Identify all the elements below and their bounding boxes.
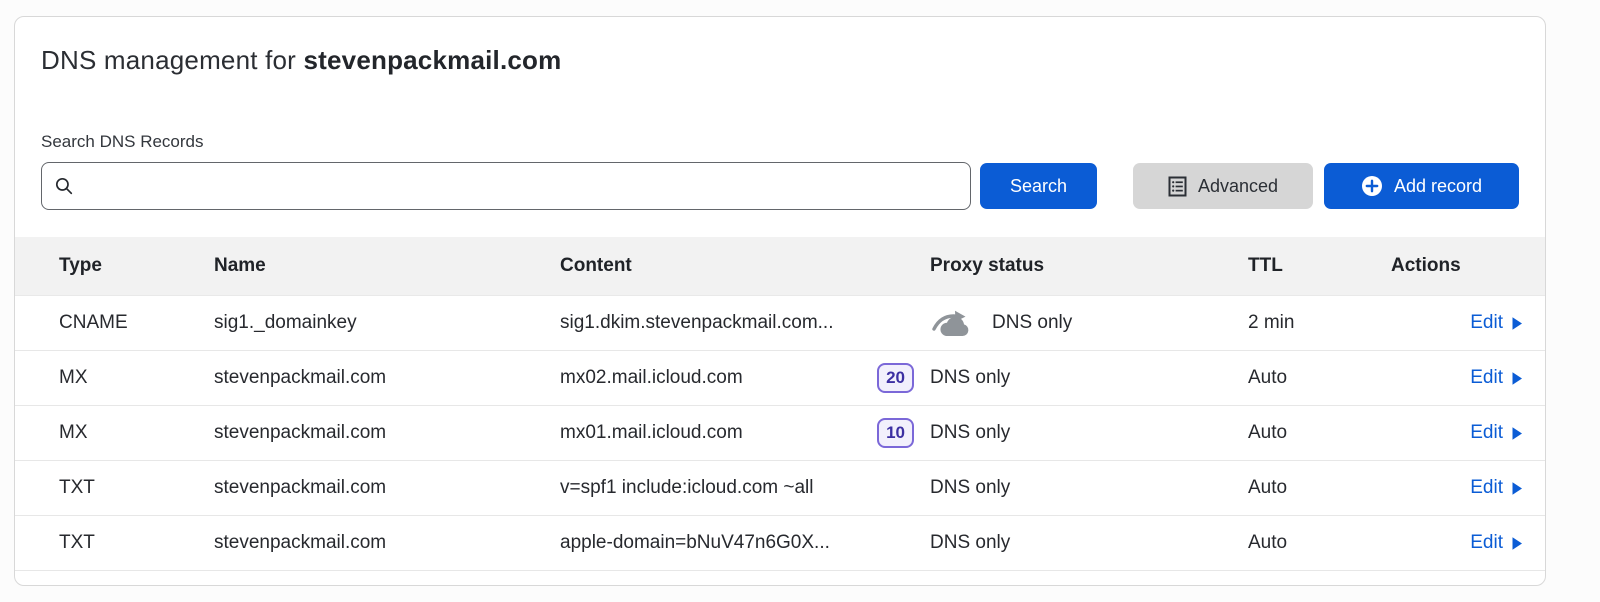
page-title-domain: stevenpackmail.com (303, 45, 561, 75)
record-content-cell: mx01.mail.icloud.com 10 (560, 418, 930, 448)
edit-link-label: Edit (1470, 532, 1503, 554)
actions-cell: Edit (1391, 422, 1523, 444)
ttl-cell: Auto (1248, 422, 1391, 444)
proxy-status-label: DNS only (930, 477, 1010, 499)
actions-cell: Edit (1391, 367, 1523, 389)
actions-cell: Edit (1391, 477, 1523, 499)
right-triangle-icon (1511, 371, 1523, 386)
right-triangle-icon (1511, 536, 1523, 551)
column-header-ttl: TTL (1248, 255, 1391, 277)
actions-cell: Edit (1391, 312, 1523, 334)
gray-cloud-arrow-icon (930, 308, 974, 338)
edit-link[interactable]: Edit (1470, 477, 1523, 499)
priority-badge: 20 (877, 363, 914, 393)
edit-link-label: Edit (1470, 312, 1503, 334)
record-content-value: v=spf1 include:icloud.com ~all (560, 477, 813, 499)
record-type-cell: MX (59, 422, 214, 444)
edit-link-label: Edit (1470, 367, 1503, 389)
table-row: TXT stevenpackmail.com apple-domain=bNuV… (15, 516, 1545, 571)
dns-management-card: DNS management for stevenpackmail.com Se… (14, 16, 1546, 586)
proxy-status-cell: DNS only (930, 308, 1248, 338)
record-name-cell: sig1._domainkey (214, 312, 560, 334)
record-content-value: mx01.mail.icloud.com (560, 422, 743, 444)
column-header-actions: Actions (1391, 255, 1523, 277)
proxy-status-label: DNS only (992, 312, 1072, 334)
column-header-content: Content (560, 255, 930, 277)
record-type-cell: MX (59, 367, 214, 389)
search-box[interactable] (41, 162, 971, 210)
proxy-status-label: DNS only (930, 532, 1010, 554)
edit-link[interactable]: Edit (1470, 532, 1523, 554)
search-toolbar: Search Advanced Add record (15, 162, 1545, 210)
record-type-cell: CNAME (59, 312, 214, 334)
record-content-cell: v=spf1 include:icloud.com ~all (560, 477, 930, 499)
record-type-cell: TXT (59, 532, 214, 554)
record-content-value: mx02.mail.icloud.com (560, 367, 743, 389)
proxy-status-cell: DNS only (930, 367, 1248, 389)
plus-circle-icon (1361, 175, 1383, 197)
add-record-button-label: Add record (1394, 176, 1482, 197)
priority-badge: 10 (877, 418, 914, 448)
proxy-status-cell: DNS only (930, 532, 1248, 554)
add-record-button[interactable]: Add record (1324, 163, 1519, 209)
table-row: TXT stevenpackmail.com v=spf1 include:ic… (15, 461, 1545, 516)
right-triangle-icon (1511, 316, 1523, 331)
ttl-cell: 2 min (1248, 312, 1391, 334)
edit-link-label: Edit (1470, 422, 1503, 444)
record-name-cell: stevenpackmail.com (214, 532, 560, 554)
edit-link[interactable]: Edit (1470, 422, 1523, 444)
page-title-prefix: DNS management for (41, 45, 296, 75)
edit-link[interactable]: Edit (1470, 367, 1523, 389)
record-content-cell: mx02.mail.icloud.com 20 (560, 363, 930, 393)
proxy-status-cell: DNS only (930, 422, 1248, 444)
record-name-cell: stevenpackmail.com (214, 422, 560, 444)
column-header-proxy-status: Proxy status (930, 255, 1248, 277)
list-document-icon (1168, 176, 1187, 197)
ttl-cell: Auto (1248, 477, 1391, 499)
record-type-cell: TXT (59, 477, 214, 499)
edit-link-label: Edit (1470, 477, 1503, 499)
dns-records-table: Type Name Content Proxy status TTL Actio… (15, 237, 1545, 571)
record-content-value: sig1.dkim.stevenpackmail.com... (560, 312, 834, 334)
advanced-button[interactable]: Advanced (1133, 163, 1313, 209)
record-content-cell: apple-domain=bNuV47n6G0X... (560, 532, 930, 554)
search-label: Search DNS Records (15, 132, 1545, 152)
proxy-status-cell: DNS only (930, 477, 1248, 499)
record-content-cell: sig1.dkim.stevenpackmail.com... (560, 312, 930, 334)
table-row: MX stevenpackmail.com mx02.mail.icloud.c… (15, 351, 1545, 406)
right-triangle-icon (1511, 481, 1523, 496)
column-header-type: Type (59, 255, 214, 277)
record-name-cell: stevenpackmail.com (214, 477, 560, 499)
search-icon (54, 176, 74, 196)
table-row: MX stevenpackmail.com mx01.mail.icloud.c… (15, 406, 1545, 461)
advanced-button-label: Advanced (1198, 176, 1278, 197)
ttl-cell: Auto (1248, 367, 1391, 389)
table-body: CNAME sig1._domainkey sig1.dkim.stevenpa… (15, 295, 1545, 571)
record-content-value: apple-domain=bNuV47n6G0X... (560, 532, 830, 554)
proxy-status-label: DNS only (930, 422, 1010, 444)
search-input[interactable] (84, 163, 958, 209)
search-button[interactable]: Search (980, 163, 1097, 209)
table-row: CNAME sig1._domainkey sig1.dkim.stevenpa… (15, 296, 1545, 351)
edit-link[interactable]: Edit (1470, 312, 1523, 334)
record-name-cell: stevenpackmail.com (214, 367, 560, 389)
table-header-row: Type Name Content Proxy status TTL Actio… (15, 237, 1545, 295)
ttl-cell: Auto (1248, 532, 1391, 554)
right-triangle-icon (1511, 426, 1523, 441)
proxy-status-label: DNS only (930, 367, 1010, 389)
page-title: DNS management for stevenpackmail.com (15, 17, 1545, 76)
actions-cell: Edit (1391, 532, 1523, 554)
column-header-name: Name (214, 255, 560, 277)
